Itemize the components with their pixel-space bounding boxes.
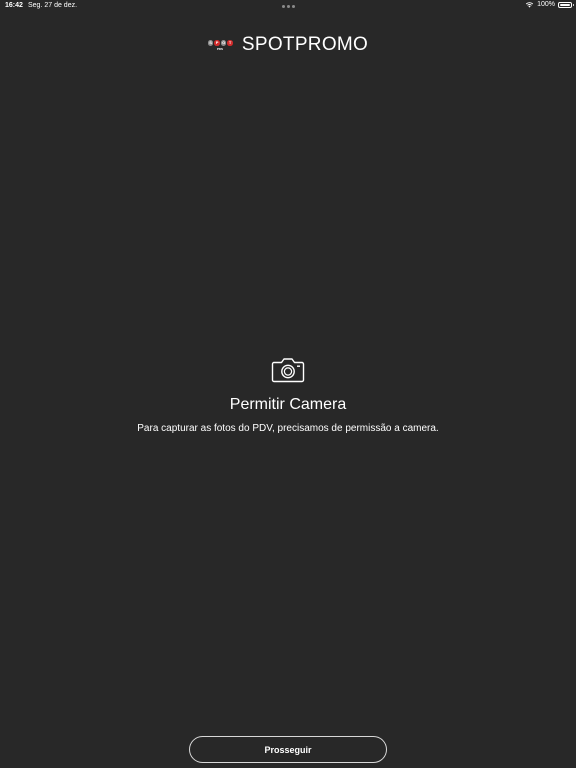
permission-description: Para capturar as fotos do PDV, precisamo… [137, 423, 439, 434]
permission-panel: Permitir Camera Para capturar as fotos d… [0, 356, 576, 434]
app-header: SPOT PDS SPOTPROMO [0, 34, 576, 56]
status-bar: 16:42 Seg. 27 de dez. 100% [0, 0, 576, 12]
battery-icon [558, 1, 574, 8]
camera-permission-screen: 16:42 Seg. 27 de dez. 100% SPOT PDS SPOT… [0, 0, 576, 768]
wifi-icon [525, 2, 534, 8]
camera-icon [271, 358, 305, 383]
status-time: 16:42 [5, 2, 23, 9]
logo-dot: O [220, 40, 227, 46]
permission-title: Permitir Camera [229, 396, 347, 413]
spotpromo-logo: SPOT PDS [207, 38, 234, 52]
logo-subtext: PDS [216, 47, 224, 51]
app-title: SPOTPROMO [241, 34, 369, 55]
multitasking-dots-icon[interactable] [282, 5, 295, 8]
status-date: Seg. 27 de dez. [28, 2, 78, 9]
status-indicators: 100% [525, 1, 574, 8]
logo-dot: P [214, 40, 220, 46]
continue-button[interactable]: Prosseguir [189, 736, 387, 763]
logo-dot: S [207, 40, 214, 46]
logo-dot: T [227, 40, 233, 46]
battery-percentage: 100% [537, 1, 555, 8]
